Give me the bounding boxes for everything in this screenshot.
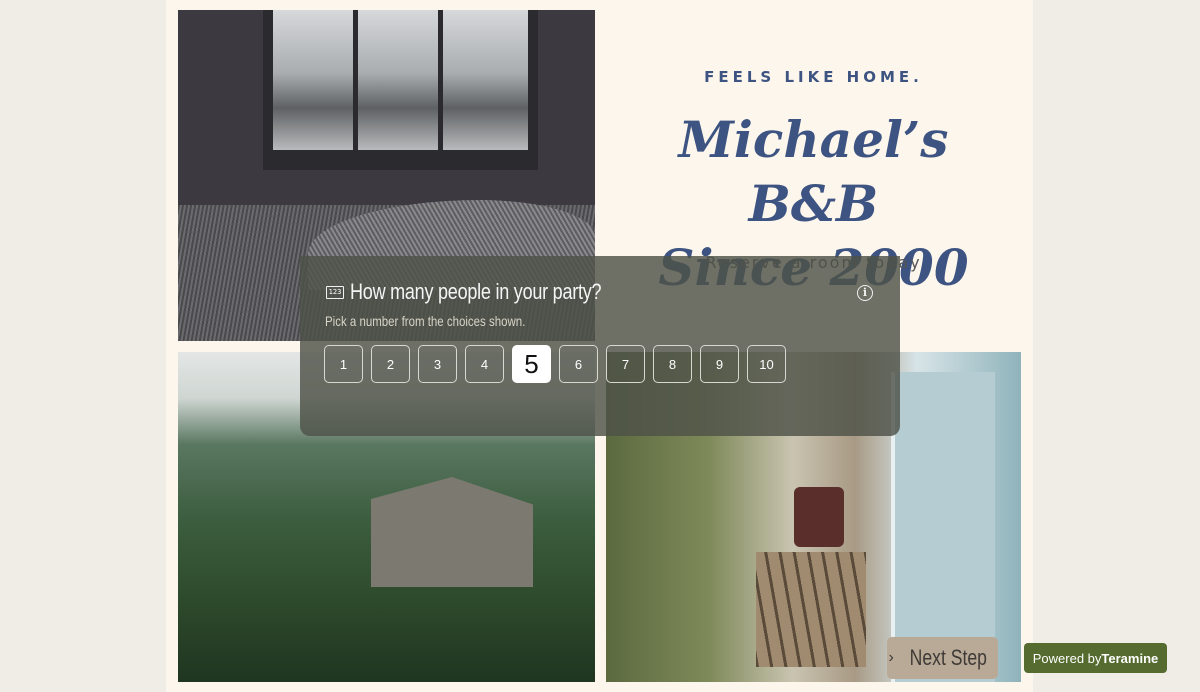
powered-by-badge[interactable]: Powered by Teramine xyxy=(1024,643,1167,673)
house-shape xyxy=(371,477,533,587)
choice-button-7[interactable]: 7 xyxy=(606,345,645,383)
door-shape xyxy=(891,372,995,682)
choice-button-5[interactable]: 5 xyxy=(512,345,551,383)
window-pane xyxy=(273,10,353,150)
choice-button-10[interactable]: 10 xyxy=(747,345,786,383)
chair-shape xyxy=(794,487,844,547)
choice-button-1[interactable]: 1 xyxy=(324,345,363,383)
next-step-label: Next Step xyxy=(909,645,987,670)
window-pane xyxy=(443,10,528,150)
title-line-1: Michael’s B&B xyxy=(678,110,949,233)
choice-button-4[interactable]: 4 xyxy=(465,345,504,383)
tagline: FEELS LIKE HOME. xyxy=(704,68,923,86)
info-icon[interactable]: i xyxy=(857,285,873,301)
choice-button-3[interactable]: 3 xyxy=(418,345,457,383)
floor-shape xyxy=(756,552,866,667)
chevron-right-icon: › xyxy=(888,649,894,666)
question-title: How many people in your party? xyxy=(350,279,602,304)
powered-by-prefix: Powered by xyxy=(1032,650,1102,666)
question-subtitle: Pick a number from the choices shown. xyxy=(325,313,526,329)
choice-button-6[interactable]: 6 xyxy=(559,345,598,383)
choice-button-2[interactable]: 2 xyxy=(371,345,410,383)
window-shape xyxy=(263,10,538,170)
number-input-icon: 123 xyxy=(326,286,344,299)
next-step-button[interactable]: › Next Step xyxy=(887,637,998,679)
window-pane xyxy=(358,10,438,150)
choice-button-9[interactable]: 9 xyxy=(700,345,739,383)
choice-button-8[interactable]: 8 xyxy=(653,345,692,383)
powered-by-brand: Teramine xyxy=(1101,650,1159,666)
choice-list: 1 2 3 4 5 6 7 8 9 10 xyxy=(324,345,786,383)
